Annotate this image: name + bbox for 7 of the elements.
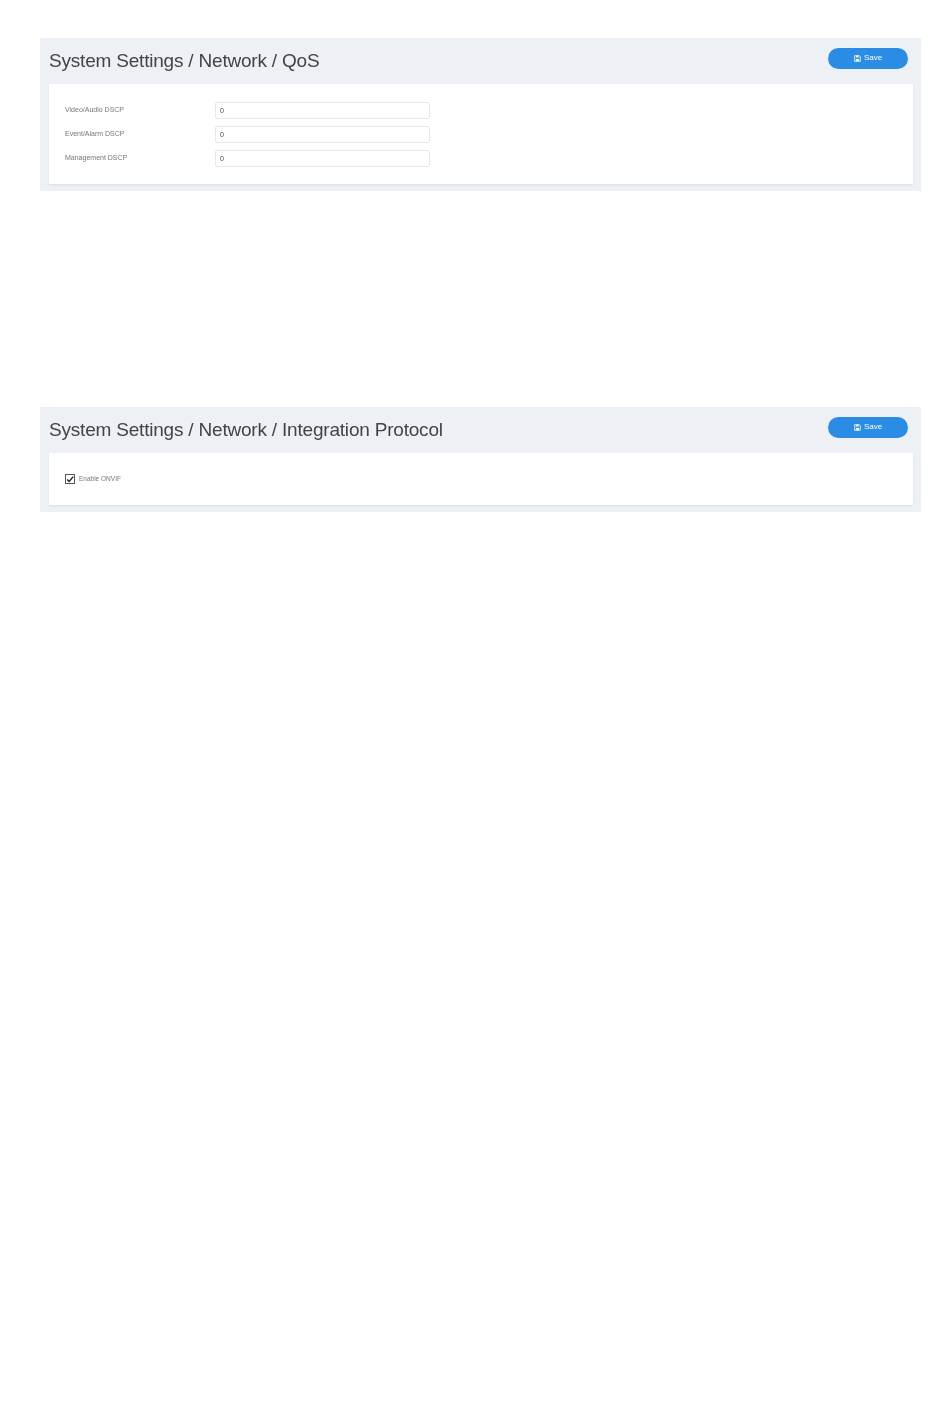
save-button[interactable]: Save — [828, 47, 908, 69]
page-title: System Settings / Network / Integration Protocol — [49, 418, 443, 442]
page-title: System Settings / Network / QoS — [49, 49, 320, 73]
checkbox[interactable] — [65, 474, 75, 484]
save-icon — [853, 423, 861, 431]
save-button[interactable]: Save — [828, 416, 908, 438]
save-icon — [853, 54, 861, 62]
